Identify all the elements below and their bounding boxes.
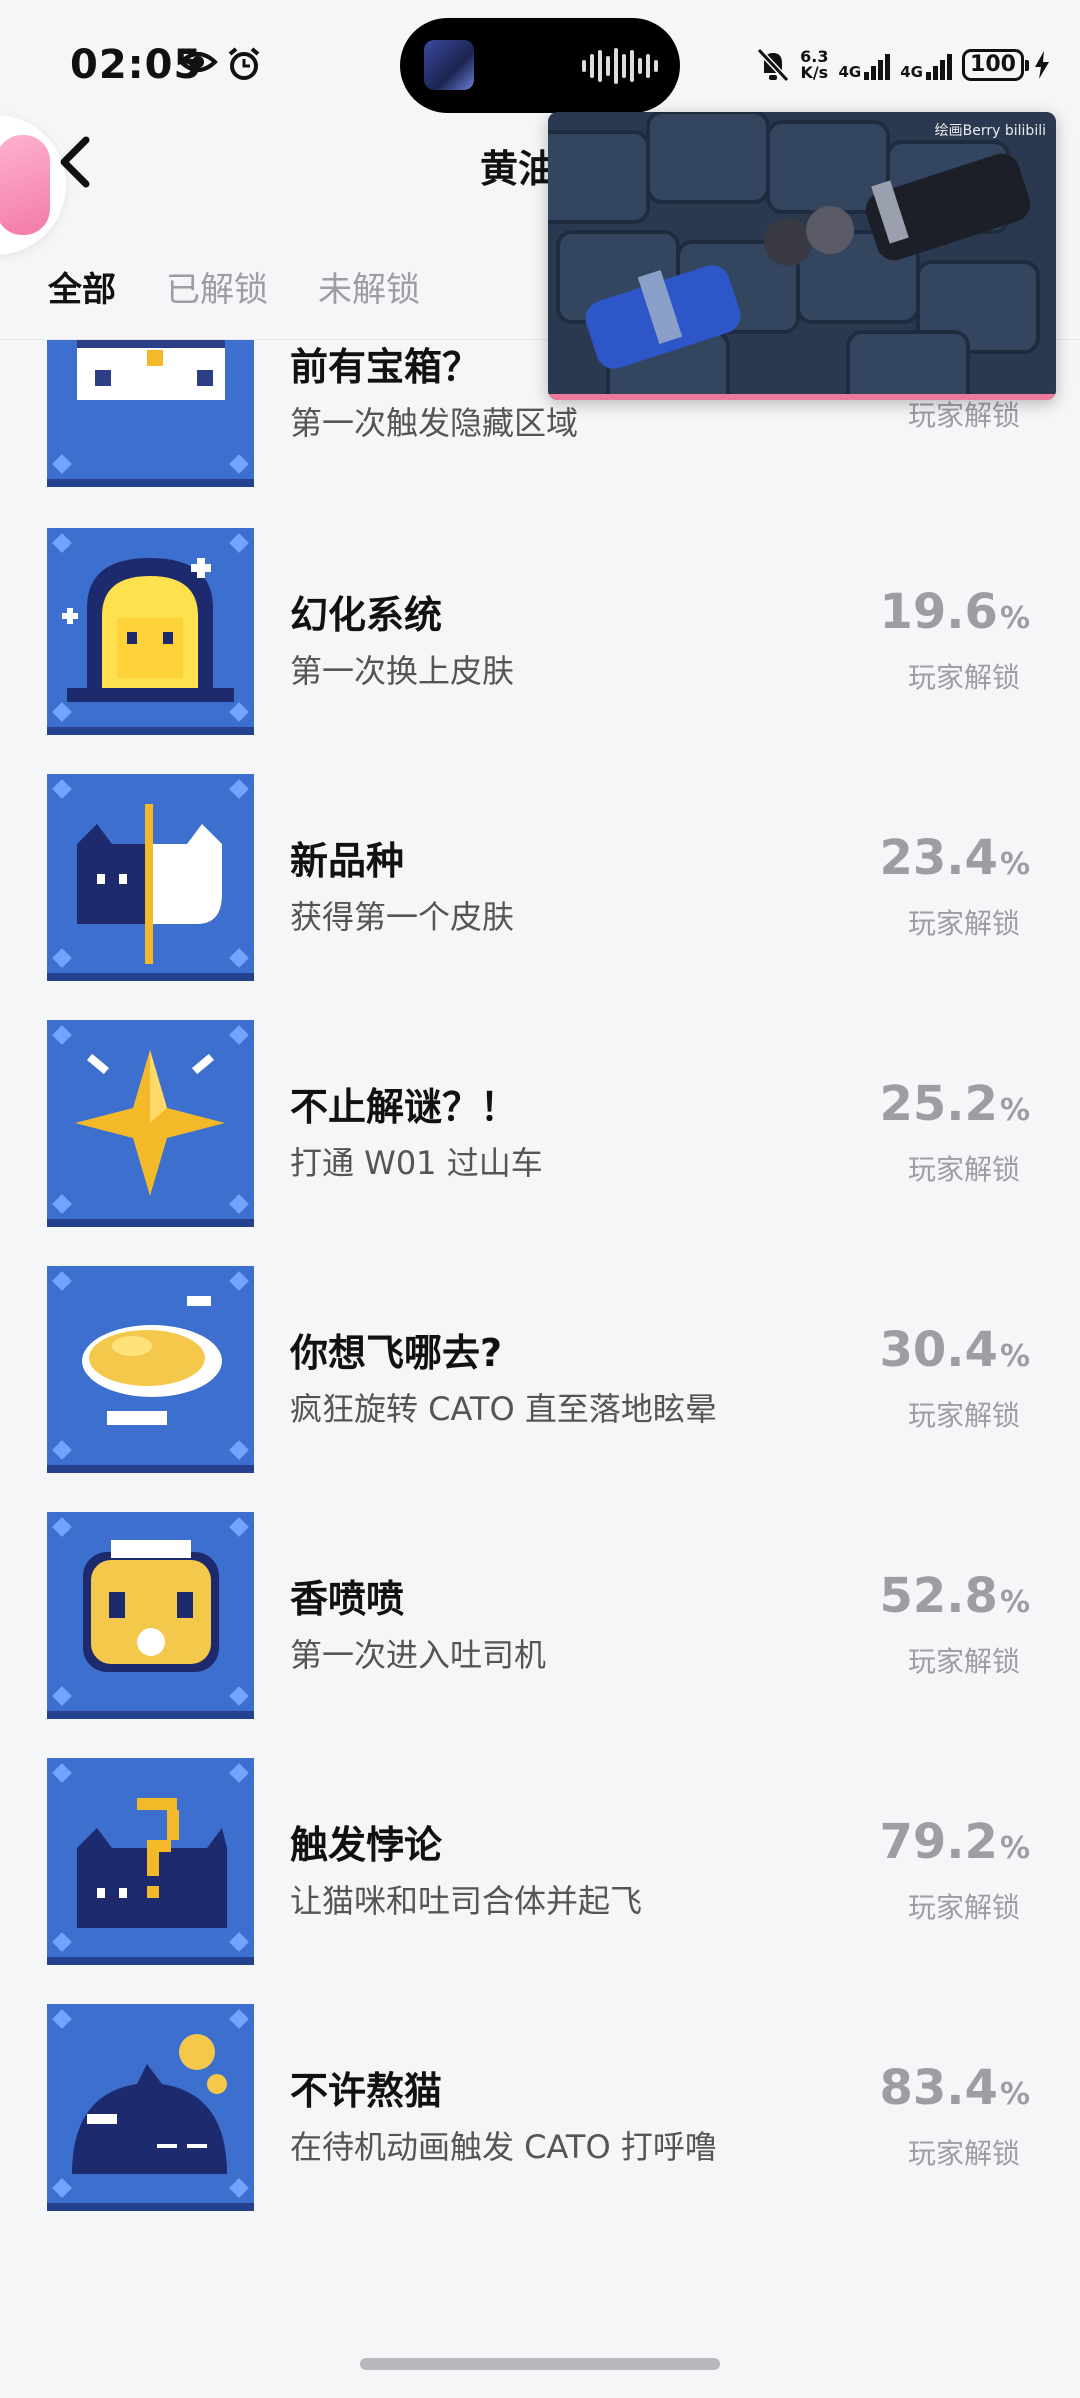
unlock-label: 玩家解锁 [907, 1399, 1020, 1432]
unlock-percent-unit: % [999, 601, 1030, 636]
unlock-label: 玩家解锁 [907, 2137, 1020, 2170]
unlock-percent-value: 25.2 [879, 1076, 998, 1132]
achievement-desc: 让猫咪和吐司合体并起飞 [290, 1882, 643, 1920]
status-icons: 6.3 K/s 4G 4G 100 [756, 40, 1050, 90]
unlock-percent: 30.4% [880, 1322, 1031, 1378]
unlock-percent: 25.2% [880, 1076, 1031, 1132]
achievement-title: 不许熬猫 [290, 2069, 443, 2113]
question-cat-icon [47, 1758, 254, 1965]
pip-video-window[interactable]: 绘画Berry bilibili [548, 112, 1056, 400]
half-cat-icon [47, 774, 254, 981]
page-title: 黄油 [480, 147, 557, 191]
achievement-desc: 第一次换上皮肤 [290, 652, 515, 690]
unlock-percent-unit: % [999, 1339, 1030, 1374]
unlock-percent: 79.2% [880, 1814, 1031, 1870]
achievement-desc: 打通 W01 过山车 [290, 1144, 543, 1182]
battery-icon: 100 [962, 49, 1029, 81]
sleeping-cat-icon [47, 2004, 254, 2211]
achievement-desc: 在待机动画触发 CATO 打呼噜 [290, 2128, 717, 2166]
sparkle-star-icon [47, 1020, 254, 1227]
unlock-label: 玩家解锁 [907, 1891, 1020, 1924]
video-frame-image [548, 112, 1056, 400]
achievement-title: 幻化系统 [290, 593, 443, 637]
dizzy-cloud-icon [47, 1266, 254, 1473]
tab-unlocked[interactable]: 已解锁 [166, 262, 268, 311]
sim1-label: 4G [838, 63, 862, 81]
achievement-title: 你想飞哪去? [290, 1331, 503, 1375]
chevron-left-icon [60, 136, 90, 188]
video-watermark: 绘画Berry bilibili [934, 123, 1046, 139]
dynamic-island[interactable] [400, 18, 680, 113]
unlock-percent-unit: % [999, 2077, 1030, 2112]
sim2-label: 4G [900, 63, 923, 81]
unlock-percent: 19.6% [880, 584, 1031, 640]
unlock-label: 玩家解锁 [907, 1153, 1020, 1186]
unlock-label: 玩家解锁 [907, 1645, 1020, 1678]
video-progress-bar [548, 394, 1056, 400]
net-speed-unit: K/s [800, 63, 829, 82]
unlock-percent-unit: % [999, 1831, 1030, 1866]
achievement-title: 新品种 [290, 839, 405, 883]
toast-icon [47, 1512, 254, 1719]
alarm-icon [228, 47, 260, 80]
bilibili-logo-icon [0, 135, 50, 235]
unlock-label: 玩家解锁 [907, 399, 1020, 432]
unlock-percent-unit: % [999, 1093, 1030, 1128]
signal-bars-icon [864, 50, 891, 80]
unlock-percent: 23.4% [880, 830, 1031, 886]
achievement-desc: 疯狂旋转 CATO 直至落地眩晕 [290, 1390, 717, 1428]
achievements-page: { "status_bar": { "time": "02:05", "net_… [0, 0, 1080, 2398]
cat-portal-icon [47, 528, 254, 735]
achievement-desc: 第一次进入吐司机 [290, 1636, 547, 1674]
unlock-percent-unit: % [999, 847, 1030, 882]
unlock-label: 玩家解锁 [907, 661, 1020, 694]
achievement-title: 触发悖论 [290, 1823, 443, 1867]
signal-bars-icon [926, 50, 952, 80]
unlock-percent-value: 83.4 [879, 2060, 998, 2116]
sim2-signal: 4G [900, 50, 952, 80]
list-item[interactable]: 你想飞哪去? 疯狂旋转 CATO 直至落地眩晕 30.4% 玩家解锁 [0, 1266, 1080, 1476]
unlock-percent: 83.4% [880, 2060, 1031, 2116]
unlock-percent-value: 52.8 [879, 1568, 998, 1624]
achievement-desc: 第一次触发隐藏区域 [290, 404, 579, 442]
achievement-title: 前有宝箱？ [290, 345, 481, 389]
unlock-percent-value: 19.6 [879, 584, 998, 640]
unlock-percent-unit: % [999, 1585, 1030, 1620]
home-indicator[interactable] [360, 2358, 720, 2370]
achievement-desc: 获得第一个皮肤 [290, 898, 515, 936]
list-item[interactable]: 新品种 获得第一个皮肤 23.4% 玩家解锁 [0, 774, 1080, 984]
achievement-title: 不止解谜？！ [290, 1085, 519, 1129]
achievement-title: 香喷喷 [290, 1577, 405, 1621]
unlock-label: 玩家解锁 [907, 907, 1020, 940]
charging-bolt-icon [1035, 51, 1049, 79]
list-item[interactable]: 香喷喷 第一次进入吐司机 52.8% 玩家解锁 [0, 1512, 1080, 1722]
list-item[interactable]: 幻化系统 第一次换上皮肤 19.6% 玩家解锁 [0, 528, 1080, 738]
eye-icon [178, 52, 218, 72]
status-bar: 02:05 6.3 K/s 4G 4G 100 [0, 0, 1080, 130]
unlock-percent-value: 79.2 [879, 1814, 998, 1870]
sim1-signal: 4G [839, 50, 891, 80]
filter-tabs: 全部 已解锁 未解锁 [48, 262, 420, 311]
bell-muted-icon [756, 47, 790, 83]
audio-wave-icon [582, 48, 658, 84]
network-speed: 6.3 K/s [800, 49, 828, 81]
media-thumbnail [424, 40, 474, 90]
tab-all[interactable]: 全部 [48, 262, 116, 311]
unlock-percent: 52.8% [880, 1568, 1031, 1624]
list-item[interactable]: 不止解谜？！ 打通 W01 过山车 25.2% 玩家解锁 [0, 1020, 1080, 1230]
list-item[interactable]: 不许熬猫 在待机动画触发 CATO 打呼噜 83.4% 玩家解锁 [0, 2004, 1080, 2214]
back-button[interactable] [50, 132, 100, 192]
list-item[interactable]: 触发悖论 让猫咪和吐司合体并起飞 79.2% 玩家解锁 [0, 1758, 1080, 1968]
unlock-percent-value: 23.4 [879, 830, 998, 886]
tab-locked[interactable]: 未解锁 [318, 262, 420, 311]
unlock-percent-value: 30.4 [879, 1322, 998, 1378]
